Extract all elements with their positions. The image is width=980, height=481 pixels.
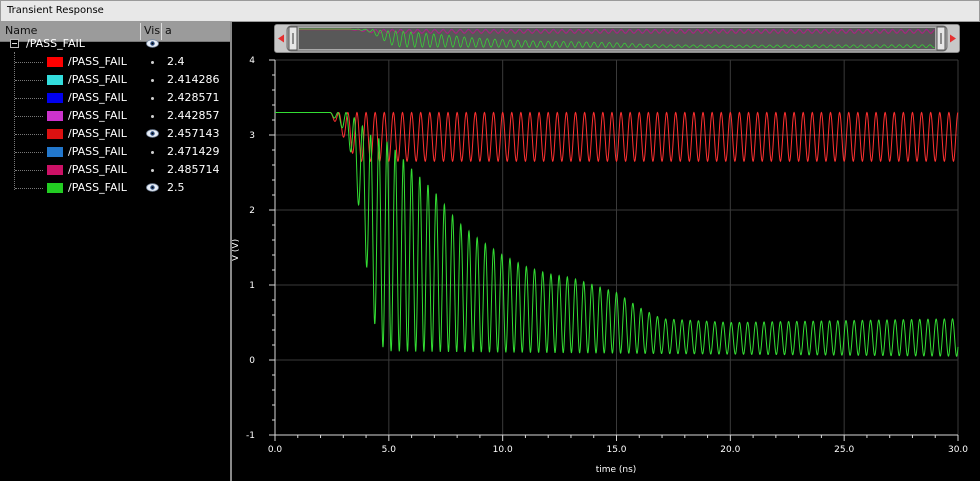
legend-group-row[interactable]: /PASS_FAIL: [0, 35, 230, 53]
tree-connector: [15, 152, 43, 154]
legend-series-row[interactable]: /PASS_FAIL 2.4: [0, 53, 230, 71]
chart-grid: [274, 59, 959, 436]
series-label: /PASS_FAIL: [68, 55, 127, 68]
tree-connector: [15, 98, 43, 100]
tree-connector: [15, 188, 43, 190]
series-color-swatch: [47, 111, 63, 121]
x-tick-label: 15.0: [606, 445, 626, 455]
series-param-value: 2.5: [167, 181, 185, 194]
legend-series-row[interactable]: /PASS_FAIL 2.414286: [0, 71, 230, 89]
window-titlebar: Transient Response: [0, 0, 980, 22]
legend-panel: Name Vis a /PASS_FAIL/PASS_FAIL 2.4/PASS_…: [0, 22, 230, 481]
eye-icon[interactable]: [146, 129, 159, 138]
legend-series-row[interactable]: /PASS_FAIL 2.442857: [0, 107, 230, 125]
series-color-swatch: [47, 57, 63, 67]
legend-series-row[interactable]: /PASS_FAIL 2.485714: [0, 161, 230, 179]
series-color-swatch: [47, 147, 63, 157]
hidden-dot-icon[interactable]: [151, 97, 154, 100]
series-color-swatch: [47, 183, 63, 193]
eye-icon[interactable]: [146, 39, 159, 48]
series-param-value: 2.442857: [167, 109, 220, 122]
series-param-value: 2.471429: [167, 145, 220, 158]
series-label: /PASS_FAIL: [68, 127, 127, 140]
chart-axes: 0.0 5.0 10.0 15.0 20.0 25.0 30.0 -1 0 1 2 3 4: [246, 56, 968, 455]
series-label: /PASS_FAIL: [68, 73, 127, 86]
legend-series-row[interactable]: /PASS_FAIL 2.471429: [0, 143, 230, 161]
series-color-swatch: [47, 165, 63, 175]
legend-series-row[interactable]: /PASS_FAIL 2.428571: [0, 89, 230, 107]
y-tick-label: 4: [249, 56, 255, 66]
legend-series-row[interactable]: /PASS_FAIL 2.5: [0, 179, 230, 197]
tree-connector: [15, 62, 43, 64]
legend-group-label: /PASS_FAIL: [26, 37, 85, 50]
y-axis-label: V (V): [232, 239, 241, 261]
series-color-swatch: [47, 75, 63, 85]
series-label: /PASS_FAIL: [68, 145, 127, 158]
y-tick-label: -1: [246, 431, 255, 441]
hidden-dot-icon[interactable]: [151, 79, 154, 82]
x-tick-label: 5.0: [382, 445, 397, 455]
x-tick-label: 30.0: [948, 445, 968, 455]
x-tick-label: 0.0: [268, 445, 283, 455]
waveform-chart[interactable]: 0.0 5.0 10.0 15.0 20.0 25.0 30.0 -1 0 1 2 3 4 time (…: [232, 52, 980, 481]
series-param-value: 2.457143: [167, 127, 220, 140]
hidden-dot-icon[interactable]: [151, 115, 154, 118]
x-tick-label: 25.0: [834, 445, 854, 455]
series-label: /PASS_FAIL: [68, 91, 127, 104]
series-param-value: 2.414286: [167, 73, 220, 86]
hidden-dot-icon[interactable]: [151, 61, 154, 64]
series-param-value: 2.4: [167, 55, 185, 68]
hidden-dot-icon[interactable]: [151, 169, 154, 172]
y-tick-label: 2: [249, 206, 255, 216]
series-param-value: 2.428571: [167, 91, 220, 104]
tree-connector: [15, 170, 43, 172]
series-color-swatch: [47, 93, 63, 103]
hidden-dot-icon[interactable]: [151, 151, 154, 154]
series-label: /PASS_FAIL: [68, 109, 127, 122]
x-tick-label: 20.0: [720, 445, 740, 455]
series-param-value: 2.485714: [167, 163, 220, 176]
collapse-icon[interactable]: [10, 39, 19, 48]
series-color-swatch: [47, 129, 63, 139]
tree-connector: [15, 80, 43, 82]
eye-icon[interactable]: [146, 183, 159, 192]
window-title: Transient Response: [7, 5, 104, 16]
overview-navigator[interactable]: [274, 24, 960, 53]
y-tick-label: 0: [249, 356, 255, 366]
tree-connector: [15, 134, 43, 136]
legend-series-row[interactable]: /PASS_FAIL 2.457143: [0, 125, 230, 143]
x-axis-label: time (ns): [596, 465, 637, 475]
tree-connector: [15, 116, 43, 118]
y-tick-label: 3: [249, 131, 255, 141]
y-tick-label: 1: [249, 281, 255, 291]
series-label: /PASS_FAIL: [68, 163, 127, 176]
x-tick-label: 10.0: [493, 445, 513, 455]
series-label: /PASS_FAIL: [68, 181, 127, 194]
